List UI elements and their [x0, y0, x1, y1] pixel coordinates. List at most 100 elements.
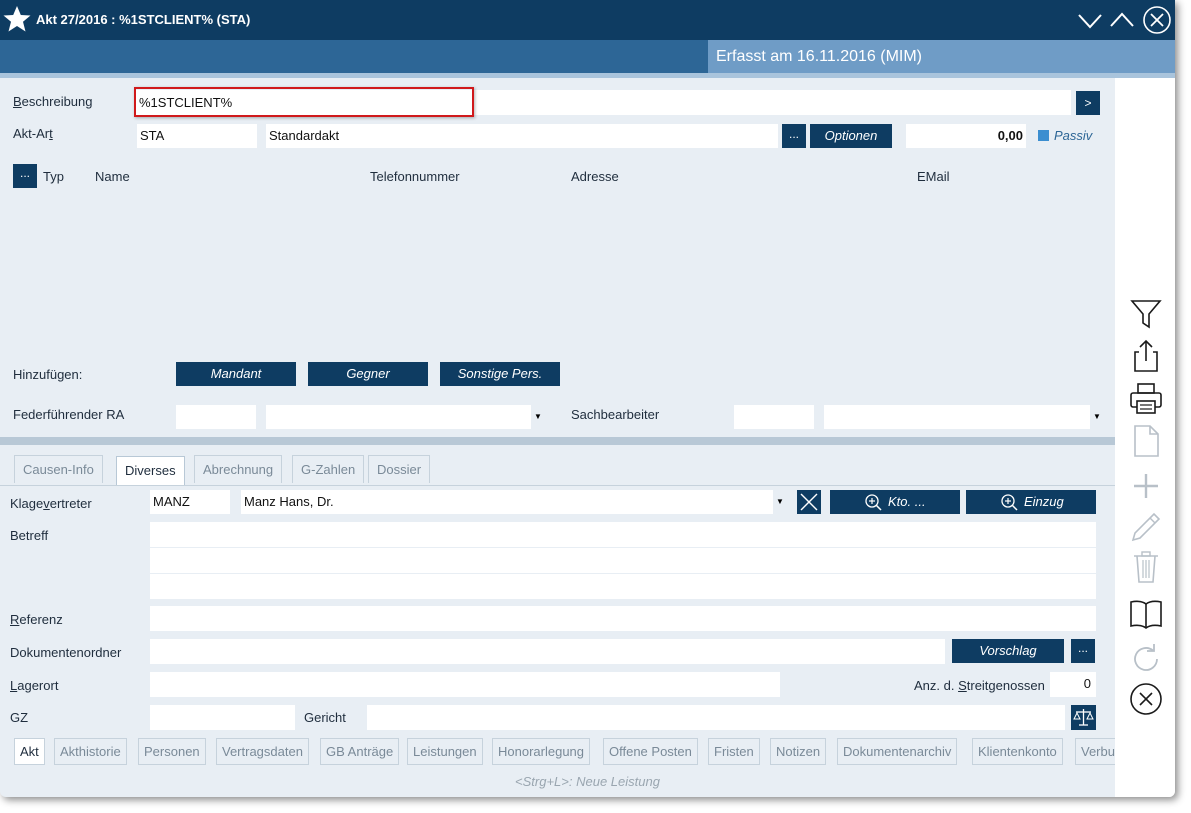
print-icon[interactable] [1128, 381, 1164, 417]
filter-icon[interactable] [1128, 296, 1164, 332]
tab-dossier[interactable]: Dossier [368, 455, 431, 483]
expand-button[interactable]: > [1076, 91, 1100, 115]
ra-code-input[interactable] [176, 405, 256, 429]
klagevertreter-select[interactable]: Manz Hans, Dr. ▼ [241, 490, 787, 514]
gericht-label: Gericht [304, 710, 346, 725]
streitgenossen-input[interactable]: 0 [1050, 672, 1096, 697]
betreff-line-2[interactable] [150, 548, 1096, 573]
gericht-input[interactable] [367, 705, 1065, 730]
tab-diverses[interactable]: Diverses [116, 456, 185, 486]
dropdown-arrow-icon[interactable]: ▼ [531, 405, 545, 429]
bottom-tab-personen[interactable]: Personen [138, 738, 206, 765]
persons-menu-button[interactable]: ... [13, 164, 37, 188]
tab-causen-info[interactable]: Causen-Info [14, 455, 103, 483]
scales-icon[interactable] [1071, 705, 1096, 730]
sachbearbeiter-label: Sachbearbeiter [571, 407, 660, 422]
passiv-label: Passiv [1054, 128, 1093, 143]
sachbearbeiter-code-input[interactable] [734, 405, 814, 429]
bottom-tab-leistungen[interactable]: Leistungen [407, 738, 483, 765]
bottom-tab-fristen[interactable]: Fristen [708, 738, 760, 765]
betreff-label: Betreff [10, 528, 49, 543]
mandant-button[interactable]: Mandant [176, 362, 296, 386]
window-title: Akt 27/2016 : %1STCLIENT% (STA) [36, 12, 251, 27]
captured-info: Erfasst am 16.11.2016 (MIM) [708, 40, 1175, 73]
hinzufuegen-label: Hinzufügen: [13, 367, 83, 382]
dokumentenordner-more-button[interactable]: ... [1071, 639, 1095, 663]
bottom-tab-offene-posten[interactable]: Offene Posten [603, 738, 698, 765]
bottom-tab-gb-antraege[interactable]: GB Anträge [320, 738, 400, 765]
dokumentenordner-label: Dokumentenordner [10, 645, 122, 660]
close-circle-icon[interactable] [1128, 681, 1164, 717]
aktart-name-input[interactable]: Standardakt [266, 124, 778, 148]
section-separator [0, 437, 1115, 445]
gz-input[interactable] [150, 705, 295, 730]
star-icon[interactable] [2, 4, 32, 34]
lagerort-input[interactable] [150, 672, 780, 697]
add-icon[interactable] [1128, 468, 1164, 504]
book-icon[interactable] [1128, 596, 1164, 632]
betreff-line-3[interactable] [150, 574, 1096, 599]
share-icon[interactable] [1128, 338, 1164, 374]
application-window: Akt 27/2016 : %1STCLIENT% (STA) Erfasst … [0, 0, 1175, 797]
column-email[interactable]: EMail [917, 169, 950, 184]
passiv-checkbox[interactable] [1038, 130, 1049, 141]
federfuehrender-ra-label: Federführender RA [13, 407, 125, 422]
bottom-tab-klientenkonto[interactable]: Klientenkonto [972, 738, 1063, 765]
column-telefonnummer[interactable]: Telefonnummer [370, 169, 460, 184]
bottom-tab-notizen[interactable]: Notizen [770, 738, 827, 765]
header-stripe [0, 73, 1175, 78]
sub-header: Erfasst am 16.11.2016 (MIM) [0, 40, 1175, 73]
chevron-down-icon[interactable] [1076, 6, 1104, 34]
streitgenossen-label: Anz. d. Streitgenossen [914, 678, 1045, 693]
tab-g-zahlen[interactable]: G-Zahlen [292, 455, 365, 483]
column-name[interactable]: Name [95, 169, 130, 184]
beschreibung-label: Beschreibung [13, 94, 93, 109]
optionen-button[interactable]: Optionen [810, 124, 892, 148]
zoom-in-icon [865, 494, 882, 511]
betreff-line-1[interactable] [150, 522, 1096, 547]
dropdown-arrow-icon[interactable]: ▼ [773, 490, 787, 514]
refresh-icon[interactable] [1128, 641, 1164, 677]
new-document-icon[interactable] [1128, 423, 1164, 459]
referenz-input[interactable] [150, 606, 1096, 631]
sonstige-pers-button[interactable]: Sonstige Pers. [440, 362, 560, 386]
status-hint: <Strg+L>: Neue Leistung [515, 774, 660, 789]
klagevertreter-name: Manz Hans, Dr. [244, 494, 334, 509]
kto-button[interactable]: Kto. ... [830, 490, 960, 514]
sachbearbeiter-select[interactable]: ▼ [824, 405, 1104, 429]
edit-icon[interactable] [1128, 509, 1164, 545]
dokumentenordner-input[interactable] [150, 639, 945, 664]
kto-label: Kto. ... [888, 494, 926, 509]
close-icon[interactable] [1142, 5, 1172, 35]
highlight-frame [134, 87, 474, 117]
tab-abrechnung[interactable]: Abrechnung [194, 455, 283, 483]
bottom-tab-vertragsdaten[interactable]: Vertragsdaten [216, 738, 309, 765]
dropdown-arrow-icon[interactable]: ▼ [1090, 405, 1104, 429]
bottom-tab-akt[interactable]: Akt [14, 738, 45, 765]
referenz-label: Referenz [10, 612, 63, 627]
bottom-tab-akthistorie[interactable]: Akthistorie [54, 738, 127, 765]
title-bar: Akt 27/2016 : %1STCLIENT% (STA) [0, 0, 1175, 40]
lagerort-label: Lagerort [10, 678, 59, 693]
einzug-button[interactable]: Einzug [966, 490, 1096, 514]
aktart-label: Akt-Art [13, 126, 53, 141]
gegner-button[interactable]: Gegner [308, 362, 428, 386]
tab-line [0, 485, 1115, 486]
clear-x-icon[interactable] [797, 490, 821, 514]
klagevertreter-label: Klagevertreter [10, 496, 92, 511]
bottom-tab-honorarlegung[interactable]: Honorarlegung [492, 738, 591, 765]
delete-icon[interactable] [1128, 549, 1164, 585]
aktart-code-input[interactable]: STA [137, 124, 257, 148]
zoom-in-icon [1001, 494, 1018, 511]
gz-label: GZ [10, 710, 29, 725]
bottom-tab-dokumentenarchiv[interactable]: Dokumentenarchiv [837, 738, 958, 765]
column-typ[interactable]: Typ [43, 169, 64, 184]
amount-field[interactable]: 0,00 [906, 124, 1026, 148]
vorschlag-button[interactable]: Vorschlag [952, 639, 1064, 663]
klagevertreter-code-input[interactable]: MANZ [150, 490, 230, 514]
ra-select[interactable]: ▼ [266, 405, 545, 429]
chevron-up-icon[interactable] [1108, 6, 1136, 34]
aktart-more-button[interactable]: ... [782, 124, 806, 148]
column-adresse[interactable]: Adresse [571, 169, 619, 184]
einzug-label: Einzug [1024, 494, 1064, 509]
